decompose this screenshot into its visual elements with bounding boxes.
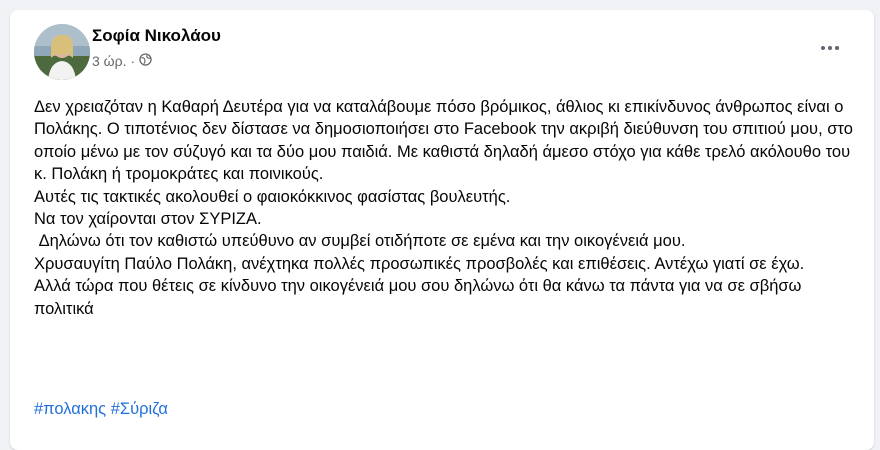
more-options-icon-dot [828, 46, 832, 50]
post-paragraph: Δηλώνω ότι τον καθιστώ υπεύθυνο αν συμβε… [34, 232, 686, 251]
hashtag-link[interactable]: #πολακης [34, 400, 106, 418]
post-timestamp[interactable]: 3 ώρ. [92, 53, 126, 69]
more-options-icon [821, 46, 825, 50]
post-paragraph: Να τον χαίρονται στον ΣΥΡΙΖΑ. [34, 210, 262, 229]
hashtags: #πολακης #Σύριζα [34, 400, 168, 419]
globe-icon [139, 53, 152, 69]
author-avatar[interactable] [34, 24, 90, 80]
post-card: Σοφία Νικολάου 3 ώρ. · Δεν χρειαζόταν η … [10, 10, 874, 450]
post-paragraph: Αυτές τις τακτικές ακολουθεί ο φαιοκόκκι… [34, 187, 511, 206]
post-meta: 3 ώρ. · [92, 53, 152, 69]
author-name[interactable]: Σοφία Νικολάου [92, 26, 221, 46]
hashtag-link[interactable]: #Σύριζα [111, 400, 168, 418]
post-paragraph: Αλλά τώρα που θέτεις σε κίνδυνο την οικο… [34, 277, 807, 318]
more-options-button[interactable] [812, 36, 848, 60]
post-paragraph: Χρυσαυγίτη Παύλο Πολάκη, ανέχτηκα πολλές… [34, 254, 805, 273]
meta-separator: · [130, 53, 136, 69]
post-text: Δεν χρειαζόταν η Καθαρή Δευτέρα για να κ… [34, 96, 854, 320]
more-options-icon-dot [835, 46, 839, 50]
post-paragraph: Δεν χρειαζόταν η Καθαρή Δευτέρα για να κ… [34, 98, 858, 184]
